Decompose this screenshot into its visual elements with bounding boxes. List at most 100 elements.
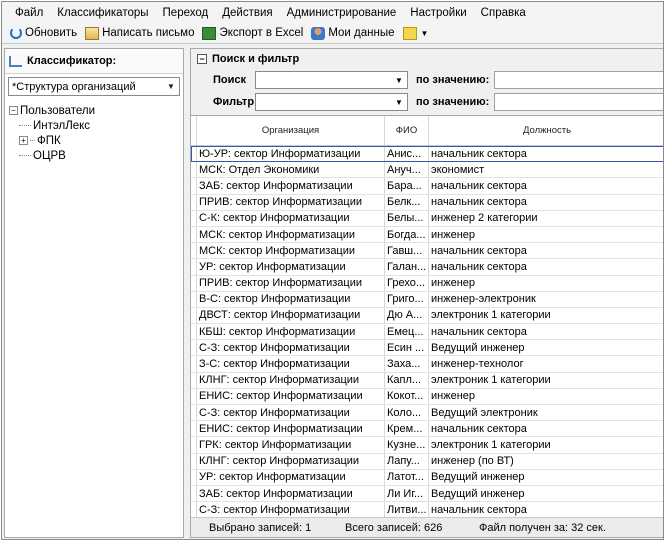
cell-fio: Белы... [385, 210, 429, 226]
table-row[interactable]: ЗАБ: сектор Информатизации Бара... начальн… [191, 178, 663, 195]
classifier-select[interactable]: *Структура организаций ▼ [8, 77, 180, 96]
table-row[interactable]: З-С: сектор Информатизации Заха... инженер… [191, 356, 663, 373]
column-header-org[interactable]: Организация [197, 116, 385, 145]
chevron-down-icon[interactable]: ▼ [391, 98, 407, 107]
table-row[interactable]: С-З: сектор Информатизации Есин ... Ведущи… [191, 340, 663, 357]
table-row[interactable]: ЕНИС: сектор Информатизации Крем... началь… [191, 421, 663, 438]
chevron-down-icon[interactable]: ▼ [391, 76, 407, 85]
menu-classifiers[interactable]: Классификаторы [50, 7, 155, 19]
search-value-label: по значению: [416, 74, 490, 86]
tree-node-fpk[interactable]: + ФПК [9, 133, 179, 148]
table-row[interactable]: УР: сектор Информатизации Латот... Ведущий… [191, 469, 663, 486]
note-icon [402, 26, 417, 40]
cell-fio: Латот... [385, 469, 429, 485]
menu-settings[interactable]: Настройки [403, 7, 473, 19]
table-row[interactable]: Ю-УР: сектор Информатизации Анис... началь… [191, 146, 663, 163]
tree-node-label: ИнтэлЛекс [33, 119, 91, 132]
tree-node-ocrv[interactable]: ОЦРВ [9, 148, 179, 163]
my-data-label: Мои данные [328, 27, 395, 39]
envelope-icon [85, 26, 100, 40]
cell-fio: Кузне... [385, 437, 429, 453]
tree-node-label: Пользователи [20, 104, 96, 117]
refresh-button[interactable]: Обновить [6, 27, 81, 39]
column-header-fio[interactable]: ФИО [385, 116, 429, 145]
tree-node-label: ОЦРВ [33, 149, 66, 162]
expand-icon[interactable]: + [19, 136, 28, 145]
refresh-icon [10, 27, 22, 39]
search-field-select[interactable]: ▼ [255, 71, 408, 89]
cell-position: Ведущий инженер [429, 340, 663, 355]
tree-icon [9, 55, 22, 67]
table-row[interactable]: КЛНГ: сектор Информатизации Лапу... инжене… [191, 453, 663, 470]
table-row[interactable]: ДВСТ: сектор Информатизации Дю А... электр… [191, 307, 663, 325]
cell-position: инженер [429, 276, 663, 291]
excel-icon [202, 26, 217, 40]
cell-fio: Ли Иг... [385, 485, 429, 502]
my-data-button[interactable]: Мои данные [307, 26, 398, 40]
classifier-header: Классификатор: [5, 49, 183, 74]
cell-position: начальник сектора [429, 243, 663, 258]
table-row[interactable]: С-З: сектор Информатизации Литви... началь… [191, 502, 663, 517]
collapse-icon[interactable]: − [197, 54, 207, 64]
write-letter-label: Написать письмо [102, 27, 195, 39]
cell-org: С-З: сектор Информатизации [197, 502, 385, 517]
search-value-input[interactable] [494, 71, 663, 89]
table-row[interactable]: КЛНГ: сектор Информатизации Капл... электр… [191, 372, 663, 389]
table-row[interactable]: ПРИВ: сектор Информатизации Белк... началь… [191, 194, 663, 211]
cell-fio: Литви... [385, 502, 429, 517]
filter-value-input[interactable] [494, 93, 663, 111]
table-row[interactable]: ЗАБ: сектор Информатизации Ли Иг... Ведущи… [191, 485, 663, 503]
cell-position: начальник сектора [429, 502, 663, 517]
notes-dropdown-button[interactable]: ▼ [399, 26, 433, 40]
cell-org: КБШ: сектор Информатизации [197, 324, 385, 340]
users-table: Организация ФИО Должность Ю-УР: сектор И… [191, 115, 663, 517]
cell-org: Ю-УР: сектор Информатизации [197, 146, 385, 162]
selected-count: Выбрано записей: 1 [209, 522, 312, 534]
search-filter-header[interactable]: − Поиск и фильтр [191, 49, 663, 69]
filter-field-select[interactable]: ▼ [255, 93, 408, 111]
load-time: Файл получен за: 32 сек. [479, 522, 606, 534]
cell-org: ГРК: сектор Информатизации [197, 437, 385, 453]
cell-position: инженер-технолог [429, 356, 663, 371]
menu-bar: Файл Классификаторы Переход Действия Адм… [2, 2, 663, 23]
table-row[interactable]: МСК: Отдел Экономики Ануч... экономист [191, 162, 663, 179]
menu-navigate[interactable]: Переход [156, 7, 216, 19]
column-header-position[interactable]: Должность [429, 116, 663, 145]
table-row[interactable]: ПРИВ: сектор Информатизации Грехо... инжен… [191, 275, 663, 292]
table-row[interactable]: С-К: сектор Информатизации Белы... инженер… [191, 210, 663, 227]
tree-connector [30, 140, 35, 141]
cell-fio: Григо... [385, 291, 429, 307]
tree-node-intellex[interactable]: ИнтэлЛекс [9, 118, 179, 133]
cell-position: инженер-электроник [429, 292, 663, 307]
table-row[interactable]: В-С: сектор Информатизации Григо... инжене… [191, 291, 663, 308]
classifier-select-value: *Структура организаций [12, 80, 136, 93]
table-row[interactable]: ЕНИС: сектор Информатизации Кокот... инжен… [191, 388, 663, 405]
cell-org: ЗАБ: сектор Информатизации [197, 485, 385, 502]
cell-org: ЕНИС: сектор Информатизации [197, 388, 385, 404]
export-excel-label: Экспорт в Excel [219, 27, 304, 39]
table-row[interactable]: МСК: сектор Информатизации Богда... инжене… [191, 226, 663, 244]
table-row[interactable]: МСК: сектор Информатизации Гавш... начальн… [191, 243, 663, 260]
tree-node-users[interactable]: − Пользователи [9, 103, 179, 118]
collapse-icon[interactable]: − [9, 106, 18, 115]
cell-position: электроник 1 категории [429, 308, 663, 323]
write-letter-button[interactable]: Написать письмо [81, 26, 198, 40]
menu-administration[interactable]: Администрирование [280, 7, 404, 19]
table-row[interactable]: КБШ: сектор Информатизации Емец... начальн… [191, 324, 663, 341]
tree-node-label: ФПК [37, 134, 61, 147]
menu-actions[interactable]: Действия [215, 7, 279, 19]
menu-help[interactable]: Справка [474, 7, 533, 19]
cell-fio: Дю А... [385, 307, 429, 324]
cell-org: КЛНГ: сектор Информатизации [197, 372, 385, 388]
chevron-down-icon[interactable]: ▼ [163, 78, 179, 95]
cell-fio: Коло... [385, 405, 429, 421]
filter-row: Фильтр ▼ по значению: [191, 92, 663, 112]
table-row[interactable]: УР: сектор Информатизации Галан... начальн… [191, 259, 663, 276]
table-row[interactable]: ГРК: сектор Информатизации Кузне... электр… [191, 437, 663, 454]
menu-file[interactable]: Файл [8, 7, 50, 19]
app-window: Файл Классификаторы Переход Действия Адм… [1, 1, 664, 540]
tree-connector [19, 155, 31, 156]
table-row[interactable]: С-З: сектор Информатизации Коло... Ведущий… [191, 405, 663, 422]
cell-fio: Лапу... [385, 453, 429, 469]
export-excel-button[interactable]: Экспорт в Excel [198, 26, 307, 40]
